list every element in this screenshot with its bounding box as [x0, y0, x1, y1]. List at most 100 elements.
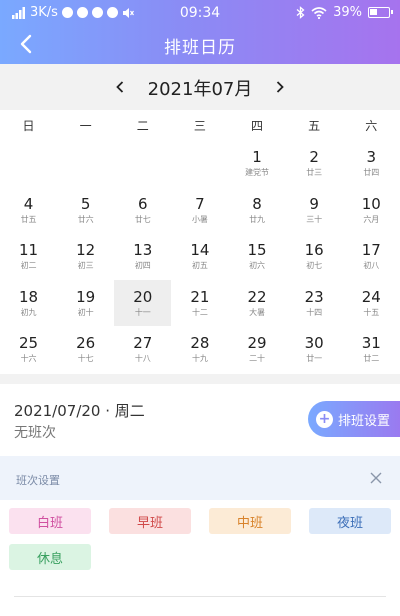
lunar-date: 十九 [191, 354, 208, 364]
lunar-date: 初三 [77, 261, 94, 271]
day-cell[interactable]: 22 大暑 [229, 280, 286, 327]
back-button[interactable] [12, 30, 40, 58]
lunar-date: 初十 [77, 307, 94, 317]
day-number: 27 [133, 334, 153, 353]
lunar-date: 初五 [191, 261, 208, 271]
page-title: 排班日历 [164, 38, 236, 58]
day-cell[interactable]: 19 初十 [57, 280, 114, 327]
day-cell[interactable]: 6 廿七 [114, 187, 171, 234]
day-cell[interactable]: 23 十四 [286, 280, 343, 327]
day-cell[interactable]: 10 六月 [343, 187, 400, 234]
day-cell[interactable]: 13 初四 [114, 233, 171, 280]
lunar-date: 廿五 [20, 214, 37, 224]
month-label: 2021年07月 [147, 79, 253, 100]
day-cell[interactable]: 28 十九 [171, 326, 228, 373]
lunar-date: 十二 [191, 307, 208, 317]
day-cell[interactable]: 3 廿四 [343, 140, 400, 187]
day-number: 17 [361, 241, 381, 260]
day-cell[interactable]: 17 初八 [343, 233, 400, 280]
lunar-date: 廿九 [249, 214, 266, 224]
status-bar: 3K/s 09:34 39% [0, 0, 400, 26]
day-cell[interactable]: 24 十五 [343, 280, 400, 327]
day-cell[interactable]: 20 十一 [114, 279, 172, 326]
lunar-date: 廿七 [134, 214, 151, 224]
selected-date: 2021/07/20 · 周二 [14, 402, 145, 420]
day-cell[interactable]: 25 十六 [0, 326, 57, 373]
app-header: 3K/s 09:34 39% 排班日历 [0, 0, 400, 64]
shift-settings-panel: 班次设置 白班 早班 中班 夜班 休息 [0, 456, 400, 606]
day-number: 21 [190, 287, 210, 306]
schedule-settings-button[interactable]: + 排班设置 [308, 401, 400, 437]
day-cell[interactable]: 29 二十 [229, 326, 286, 373]
day-cell[interactable]: 4 廿五 [0, 187, 57, 234]
nav-bar: 排班日历 [0, 26, 400, 64]
day-number: 10 [361, 194, 381, 213]
lunar-date: 建党节 [245, 168, 270, 178]
day-cell[interactable]: 26 十七 [57, 326, 114, 373]
weekday-label: 二 [136, 118, 149, 133]
lunar-date: 大暑 [249, 307, 266, 317]
day-number: 4 [23, 194, 34, 213]
day-cell[interactable]: 11 初二 [0, 233, 57, 280]
lunar-date: 初六 [249, 261, 266, 271]
day-cell[interactable]: 5 廿六 [57, 187, 114, 234]
day-number: 7 [195, 194, 205, 213]
day-number: 11 [19, 241, 39, 260]
day-cell[interactable]: 15 初六 [229, 233, 286, 280]
lunar-date: 初八 [363, 261, 380, 271]
wifi-icon [311, 6, 327, 19]
day-cell[interactable]: 12 初三 [57, 233, 114, 280]
close-button[interactable] [368, 470, 384, 486]
panel-header: 班次设置 [0, 456, 400, 500]
day-cell[interactable]: 1 建党节 [229, 140, 286, 187]
weekday-label: 四 [251, 118, 264, 133]
shift-tag-night[interactable]: 夜班 [309, 508, 391, 534]
day-cell[interactable]: 18 初九 [0, 280, 57, 327]
day-cell[interactable]: 27 十八 [114, 326, 171, 373]
day-grid: 1 建党节 2 廿三 3 廿四 4 廿五 5 廿六 6 廿七 7 小暑 8 廿九 9 三十 10 六月 11 初二 12 初三… [0, 140, 400, 373]
lunar-date: 廿四 [363, 168, 380, 178]
day-number: 18 [19, 287, 39, 306]
weekday-header: 日一二三四五六 [0, 110, 400, 140]
bluetooth-icon [296, 6, 305, 19]
lunar-date: 廿六 [77, 214, 94, 224]
day-cell[interactable]: 30 廿一 [286, 326, 343, 373]
battery-percent: 39% [333, 5, 362, 20]
lunar-date: 六月 [363, 214, 380, 224]
lunar-date: 廿一 [306, 354, 323, 364]
weekday-label: 三 [193, 118, 206, 133]
lunar-date: 廿二 [363, 354, 380, 364]
day-cell[interactable]: 7 小暑 [171, 187, 228, 234]
month-selector: 2021年07月 [0, 64, 400, 110]
day-number: 2 [309, 148, 319, 167]
day-cell[interactable]: 8 廿九 [229, 187, 286, 234]
day-cell[interactable]: 9 三十 [286, 187, 343, 234]
lunar-date: 二十 [249, 354, 266, 364]
empty-day-cell [0, 140, 57, 187]
empty-day-cell [171, 140, 228, 187]
lunar-date: 初七 [306, 261, 323, 271]
weekday-label: 日 [22, 118, 35, 133]
day-number: 22 [247, 287, 267, 306]
lunar-date: 小暑 [191, 214, 208, 224]
day-number: 31 [361, 334, 381, 353]
day-number: 14 [190, 241, 210, 260]
shift-tag-morning[interactable]: 早班 [109, 508, 191, 534]
lunar-date: 初四 [134, 261, 151, 271]
day-number: 9 [309, 194, 319, 213]
lunar-date: 初二 [20, 261, 37, 271]
next-month-button[interactable] [268, 75, 292, 99]
day-cell[interactable]: 16 初七 [286, 233, 343, 280]
shift-tag-middle[interactable]: 中班 [209, 508, 291, 534]
empty-day-cell [57, 140, 114, 187]
lunar-date: 十四 [306, 307, 323, 317]
shift-tag-rest[interactable]: 休息 [9, 544, 91, 570]
day-cell[interactable]: 21 十二 [171, 280, 228, 327]
day-cell[interactable]: 14 初五 [171, 233, 228, 280]
bottom-divider [14, 596, 386, 597]
shift-tag-day[interactable]: 白班 [9, 508, 91, 534]
day-cell[interactable]: 2 廿三 [286, 140, 343, 187]
lunar-date: 十五 [363, 307, 380, 317]
status-right: 39% [296, 5, 393, 20]
day-cell[interactable]: 31 廿二 [343, 326, 400, 373]
